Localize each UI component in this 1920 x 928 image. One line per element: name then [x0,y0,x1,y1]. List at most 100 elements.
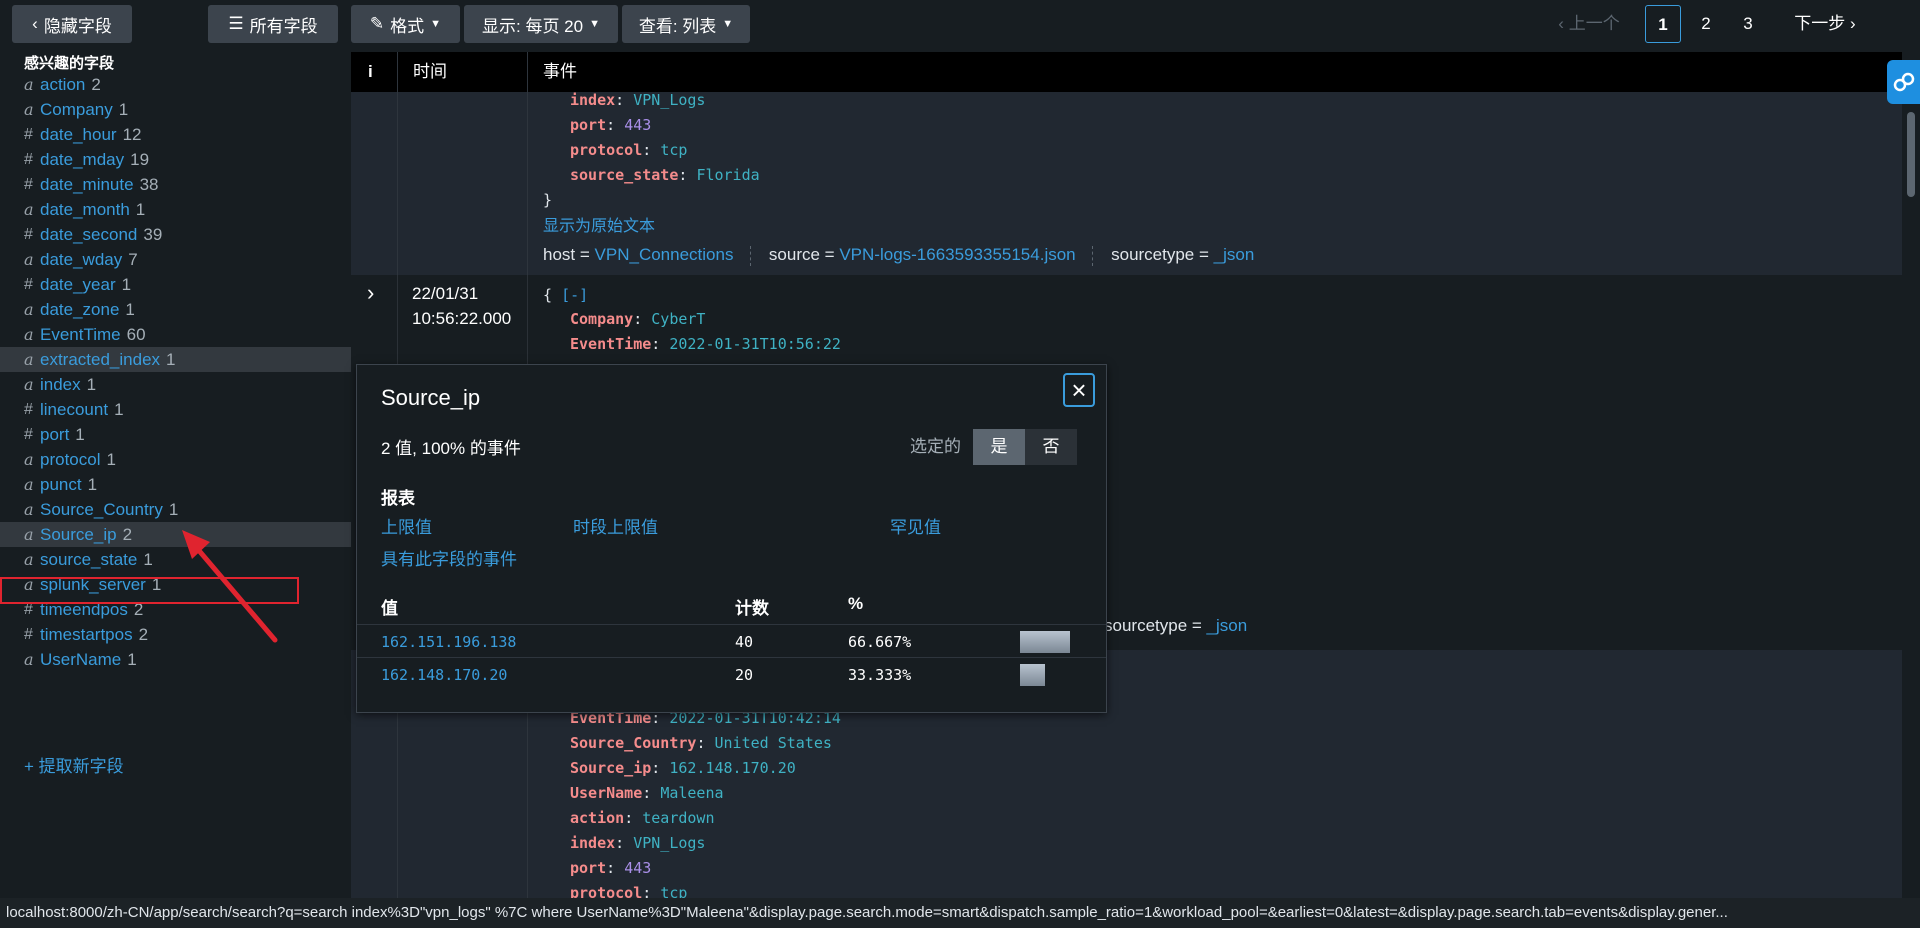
field-name[interactable]: timestartpos [40,625,133,645]
show-raw-text-link[interactable]: 显示为原始文本 [543,212,655,236]
json-value[interactable]: tcp [660,884,687,898]
header-divider [397,52,398,92]
sourcetype-value-link[interactable]: _json [1207,616,1248,635]
source-value-link[interactable]: VPN-logs-1663593355154.json [839,245,1075,264]
page-3-button[interactable]: 3 [1732,5,1764,43]
vertical-scrollbar[interactable] [1902,52,1920,898]
field-name[interactable]: port [40,425,69,445]
field-name[interactable]: Source_ip [40,525,117,545]
field-name[interactable]: action [40,75,85,95]
json-value[interactable]: CyberT [651,310,705,328]
close-button[interactable]: × [1063,373,1095,407]
sourcetype-label: sourcetype = [1111,245,1209,264]
field-name[interactable]: date_zone [40,300,119,320]
page-3-label: 3 [1743,14,1753,33]
scrollbar-thumb[interactable] [1907,112,1915,197]
field-item-date-second[interactable]: # date_second 39 [0,222,351,247]
next-page-link[interactable]: 下一步 › [1785,5,1865,43]
format-label: 格式 [390,16,425,36]
json-value[interactable]: Maleena [660,784,723,802]
field-item-punct[interactable]: a punct 1 [0,472,351,497]
field-item-index[interactable]: a index 1 [0,372,351,397]
field-name[interactable]: date_hour [40,125,117,145]
field-item-company[interactable]: a Company 1 [0,97,351,122]
field-item-date-hour[interactable]: # date_hour 12 [0,122,351,147]
events-with-field-link[interactable]: 具有此字段的事件 [381,545,517,570]
json-key: Source_ip [570,759,652,777]
field-item-extracted-index[interactable]: a extracted_index 1 [0,347,351,372]
rare-values-link[interactable]: 罕见值 [890,513,941,538]
page-1-button[interactable]: 1 [1645,5,1681,43]
field-item-date-zone[interactable]: a date_zone 1 [0,297,351,322]
json-value[interactable]: United States [715,734,832,752]
top-values-link[interactable]: 上限值 [381,513,432,538]
field-count: 2 [91,74,101,94]
selected-yes-button[interactable]: 是 [973,429,1025,465]
json-value[interactable]: 162.148.170.20 [669,759,795,777]
format-button[interactable]: ✎ 格式 ▼ [351,5,460,43]
field-item-source-country[interactable]: a Source_Country 1 [0,497,351,522]
top-values-by-time-link[interactable]: 时段上限值 [573,513,658,538]
time-column-header[interactable]: 时间 [413,52,447,92]
field-item-username[interactable]: a UserName 1 [0,647,351,672]
assistant-float-icon[interactable] [1887,60,1920,104]
display-per-page-button[interactable]: 显示: 每页 20 ▼ [464,5,618,43]
field-name[interactable]: date_year [40,275,116,295]
all-fields-button[interactable]: ☰ 所有字段 [208,5,338,43]
value-row[interactable]: 162.151.196.138 40 66.667% [357,624,1106,658]
field-name[interactable]: extracted_index [40,350,160,370]
field-name[interactable]: linecount [40,400,108,420]
field-item-date-year[interactable]: # date_year 1 [0,272,351,297]
field-item-date-month[interactable]: a date_month 1 [0,197,351,222]
json-value[interactable]: 443 [624,116,651,134]
value-cell[interactable]: 162.148.170.20 [381,666,507,684]
json-value[interactable]: teardown [642,809,714,827]
json-value[interactable]: 2022-01-31T10:56:22 [669,335,841,353]
field-name[interactable]: punct [40,475,82,495]
field-item-eventtime[interactable]: a EventTime 60 [0,322,351,347]
field-name[interactable]: Company [40,100,113,120]
field-name[interactable]: EventTime [40,325,121,345]
field-name[interactable]: UserName [40,650,121,670]
page-2-button[interactable]: 2 [1690,5,1722,43]
field-name[interactable]: date_minute [40,175,134,195]
extract-new-fields-link[interactable]: + 提取新字段 [24,752,124,777]
collapse-json-link[interactable]: [-] [561,286,588,304]
field-name[interactable]: protocol [40,450,100,470]
value-cell[interactable]: 162.151.196.138 [381,633,516,651]
field-name[interactable]: date_mday [40,150,124,170]
json-value[interactable]: 443 [624,859,651,877]
json-value[interactable]: Florida [696,166,759,184]
string-type-icon: a [24,500,34,519]
sourcetype-value-link[interactable]: _json [1214,245,1255,264]
field-name[interactable]: index [40,375,81,395]
json-value[interactable]: tcp [660,141,687,159]
selected-no-button[interactable]: 否 [1025,429,1077,465]
field-name[interactable]: date_month [40,200,130,220]
value-row[interactable]: 162.148.170.20 20 33.333% [357,657,1106,691]
hide-fields-button[interactable]: ‹ 隐藏字段 [12,5,132,43]
field-count: 1 [135,199,146,219]
field-name[interactable]: date_wday [40,250,122,270]
host-value-link[interactable]: VPN_Connections [595,245,734,264]
prev-page-link[interactable]: ‹ 上一个 [1550,5,1628,43]
field-item-date-wday[interactable]: a date_wday 7 [0,247,351,272]
field-item-date-minute[interactable]: # date_minute 38 [0,172,351,197]
field-item-linecount[interactable]: # linecount 1 [0,397,351,422]
json-value[interactable]: VPN_Logs [633,834,705,852]
field-item-date-mday[interactable]: # date_mday 19 [0,147,351,172]
field-item-port[interactable]: # port 1 [0,422,351,447]
chevron-left-icon: ‹ [1558,14,1564,33]
field-name[interactable]: Source_Country [40,500,163,520]
json-value[interactable]: VPN_Logs [633,91,705,109]
field-item-action[interactable]: a action 2 [0,72,351,97]
field-count: 38 [139,174,159,194]
view-mode-button[interactable]: 查看: 列表 ▼ [622,5,750,43]
field-item-protocol[interactable]: a protocol 1 [0,447,351,472]
field-name[interactable]: date_second [40,225,137,245]
chevron-right-icon: › [1850,14,1856,33]
field-name[interactable]: source_state [40,550,137,570]
expand-event-chevron-icon[interactable]: › [367,280,374,306]
popover-title: Source_ip [381,385,481,410]
close-brace: } [543,191,553,209]
